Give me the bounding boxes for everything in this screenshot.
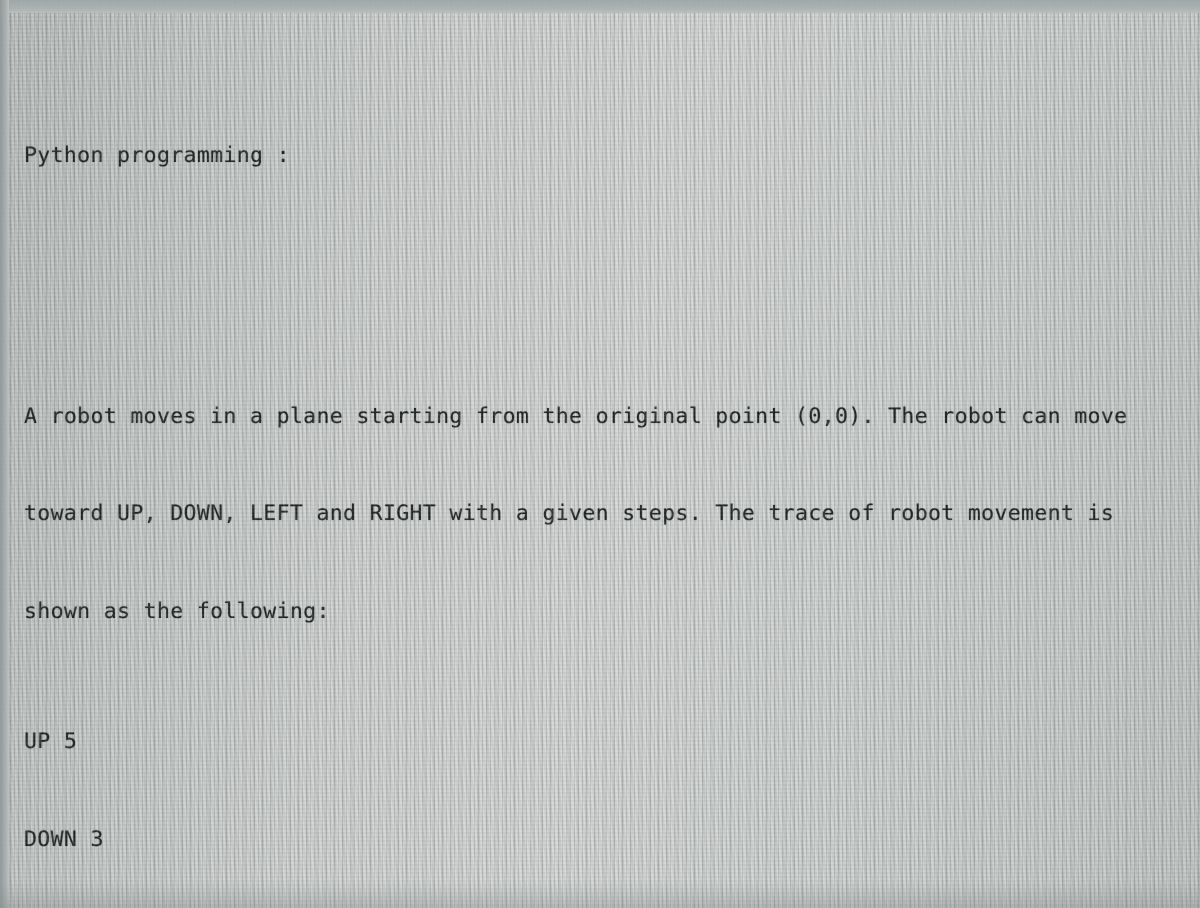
trace-item-down: DOWN 3 — [24, 827, 104, 853]
left-bezel-strip — [0, 0, 9, 908]
intro-line-1: A robot moves in a plane starting from t… — [24, 403, 1128, 429]
page-title: Python programming : — [24, 142, 290, 168]
trace-item-up: UP 5 — [24, 729, 78, 755]
photographed-screen: Python programming : A robot moves in a … — [0, 0, 1200, 908]
title-line: Python programming : — [24, 140, 1190, 173]
top-bezel-strip — [0, 0, 1200, 13]
intro-line-2: toward UP, DOWN, LEFT and RIGHT with a g… — [24, 501, 1115, 527]
question-text-body: Python programming : A robot moves in a … — [24, 42, 1190, 908]
intro-line-3: shown as the following: — [24, 599, 330, 625]
blank-line-1 — [24, 270, 1190, 303]
